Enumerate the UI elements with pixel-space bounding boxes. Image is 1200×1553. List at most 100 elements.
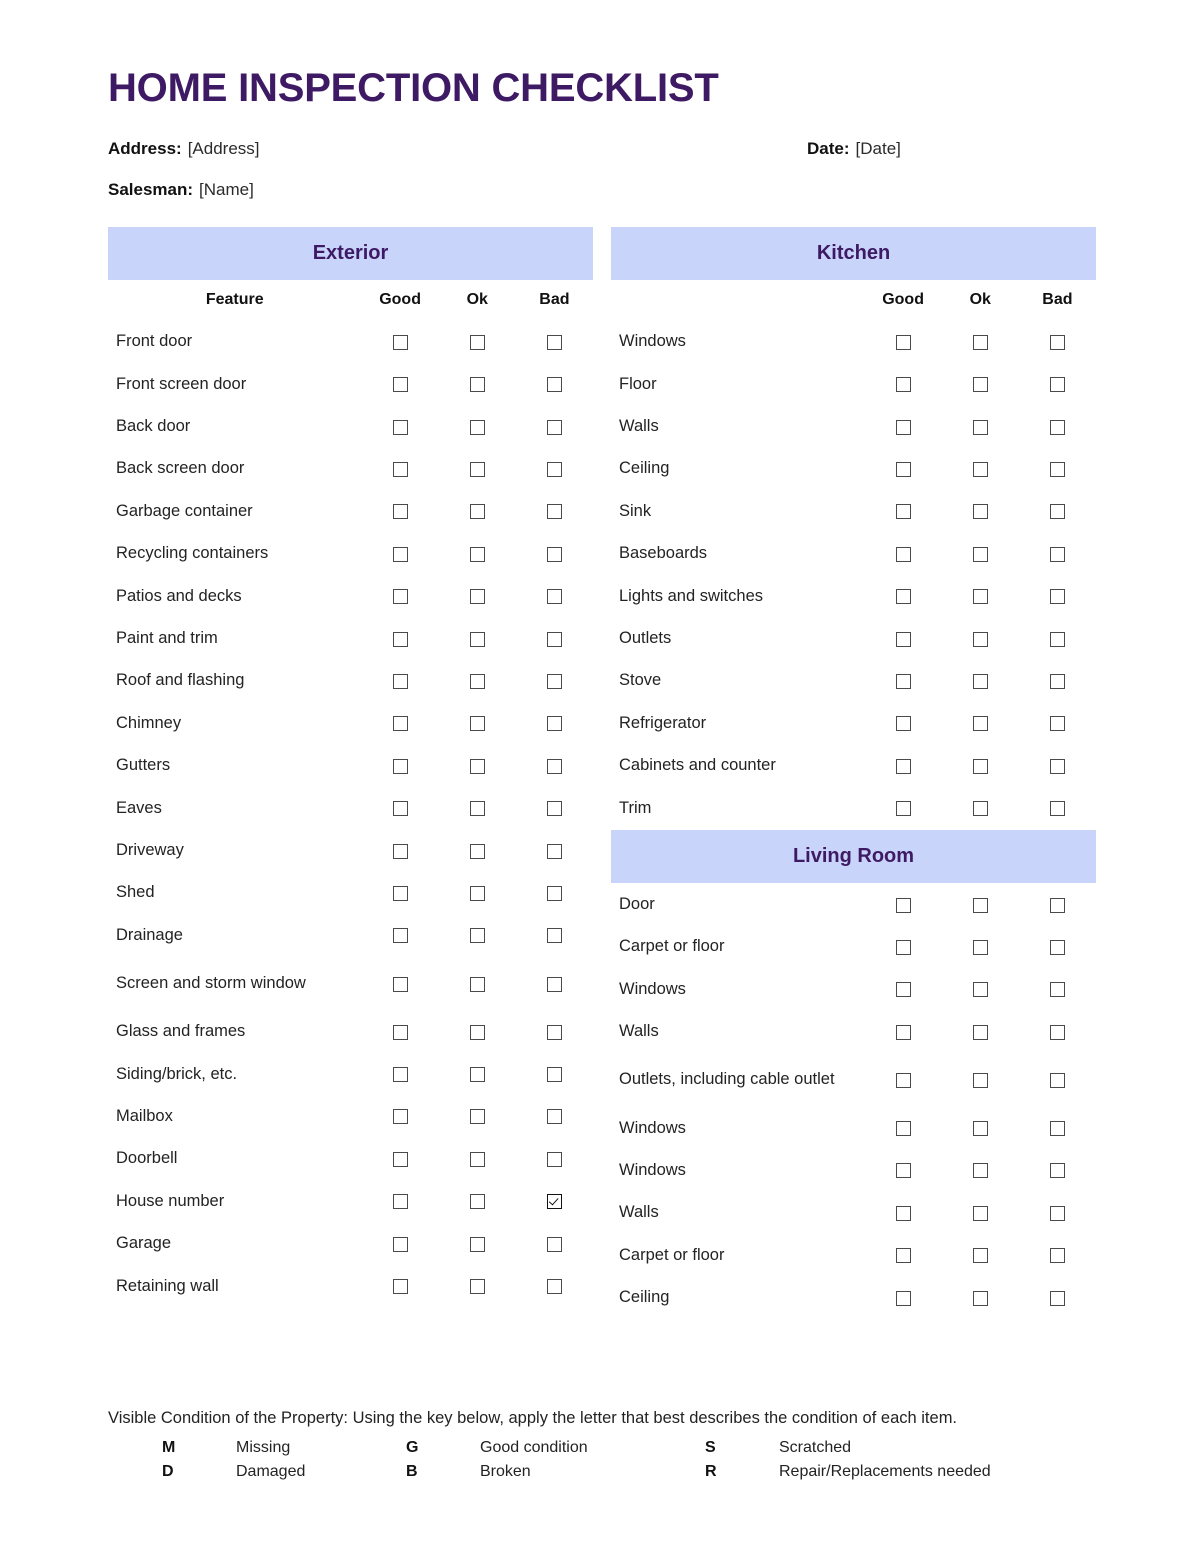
checkbox-icon[interactable] <box>972 377 988 393</box>
checkbox-checked-icon[interactable] <box>546 1194 562 1210</box>
checkbox-icon[interactable] <box>546 1236 562 1252</box>
checkbox-icon[interactable] <box>392 589 408 605</box>
checkbox-cell-ok[interactable] <box>439 406 516 448</box>
checkbox-cell-ok[interactable] <box>942 321 1019 363</box>
checkbox-icon[interactable] <box>546 758 562 774</box>
checkbox-cell-ok[interactable] <box>439 1265 516 1307</box>
checkbox-cell-good[interactable] <box>362 1265 439 1307</box>
checkbox-cell-bad[interactable] <box>516 703 593 745</box>
checkbox-cell-good[interactable] <box>865 745 942 787</box>
checkbox-cell-good[interactable] <box>865 884 942 926</box>
checkbox-cell-good[interactable] <box>865 448 942 490</box>
checkbox-cell-ok[interactable] <box>942 1277 1019 1319</box>
checkbox-icon[interactable] <box>1049 1024 1065 1040</box>
checkbox-cell-bad[interactable] <box>516 448 593 490</box>
checkbox-icon[interactable] <box>546 462 562 477</box>
checkbox-icon[interactable] <box>1049 939 1065 955</box>
checkbox-icon[interactable] <box>1049 1121 1065 1137</box>
checkbox-cell-good[interactable] <box>865 926 942 968</box>
checkbox-cell-bad[interactable] <box>1019 618 1096 660</box>
checkbox-cell-ok[interactable] <box>439 618 516 660</box>
checkbox-cell-good[interactable] <box>362 914 439 956</box>
checkbox-cell-good[interactable] <box>865 1011 942 1053</box>
checkbox-icon[interactable] <box>469 334 485 350</box>
checkbox-cell-good[interactable] <box>362 1011 439 1053</box>
checkbox-cell-bad[interactable] <box>1019 1053 1096 1107</box>
checkbox-icon[interactable] <box>895 462 911 477</box>
checkbox-cell-bad[interactable] <box>1019 533 1096 575</box>
checkbox-cell-bad[interactable] <box>516 1011 593 1053</box>
checkbox-cell-bad[interactable] <box>516 745 593 787</box>
checkbox-cell-good[interactable] <box>362 491 439 533</box>
checkbox-cell-bad[interactable] <box>516 321 593 363</box>
checkbox-icon[interactable] <box>546 976 562 992</box>
checkbox-cell-ok[interactable] <box>439 1053 516 1095</box>
checkbox-cell-good[interactable] <box>362 703 439 745</box>
checkbox-icon[interactable] <box>469 419 485 435</box>
checkbox-icon[interactable] <box>546 843 562 859</box>
checkbox-cell-ok[interactable] <box>942 491 1019 533</box>
date-value[interactable]: [Date] <box>856 139 901 159</box>
checkbox-icon[interactable] <box>1049 419 1065 435</box>
checkbox-cell-ok[interactable] <box>439 1138 516 1180</box>
checkbox-icon[interactable] <box>392 334 408 350</box>
checkbox-icon[interactable] <box>1049 631 1065 647</box>
checkbox-cell-bad[interactable] <box>1019 321 1096 363</box>
checkbox-icon[interactable] <box>469 716 485 732</box>
checkbox-cell-bad[interactable] <box>1019 745 1096 787</box>
checkbox-cell-bad[interactable] <box>516 830 593 872</box>
checkbox-icon[interactable] <box>895 377 911 393</box>
checkbox-cell-ok[interactable] <box>439 448 516 490</box>
checkbox-icon[interactable] <box>469 462 485 477</box>
checkbox-icon[interactable] <box>392 377 408 393</box>
checkbox-cell-good[interactable] <box>865 660 942 702</box>
checkbox-cell-good[interactable] <box>865 1053 942 1107</box>
checkbox-icon[interactable] <box>546 1109 562 1125</box>
checkbox-cell-ok[interactable] <box>942 1192 1019 1234</box>
checkbox-cell-bad[interactable] <box>1019 1011 1096 1053</box>
checkbox-icon[interactable] <box>972 1163 988 1179</box>
checkbox-cell-bad[interactable] <box>516 660 593 702</box>
checkbox-cell-bad[interactable] <box>516 618 593 660</box>
checkbox-icon[interactable] <box>972 673 988 689</box>
checkbox-icon[interactable] <box>469 504 485 520</box>
checkbox-cell-ok[interactable] <box>942 363 1019 405</box>
checkbox-cell-bad[interactable] <box>1019 968 1096 1010</box>
checkbox-cell-bad[interactable] <box>516 1265 593 1307</box>
checkbox-cell-ok[interactable] <box>439 703 516 745</box>
checkbox-icon[interactable] <box>972 504 988 520</box>
checkbox-icon[interactable] <box>895 939 911 955</box>
checkbox-icon[interactable] <box>469 1279 485 1295</box>
checkbox-cell-good[interactable] <box>865 1234 942 1276</box>
checkbox-cell-good[interactable] <box>362 575 439 617</box>
checkbox-icon[interactable] <box>469 843 485 859</box>
checkbox-icon[interactable] <box>392 1024 408 1040</box>
checkbox-cell-good[interactable] <box>865 321 942 363</box>
checkbox-cell-good[interactable] <box>362 321 439 363</box>
checkbox-icon[interactable] <box>392 631 408 647</box>
checkbox-icon[interactable] <box>1049 1163 1065 1179</box>
checkbox-cell-good[interactable] <box>865 491 942 533</box>
checkbox-cell-good[interactable] <box>865 968 942 1010</box>
checkbox-cell-ok[interactable] <box>942 703 1019 745</box>
checkbox-icon[interactable] <box>895 758 911 774</box>
checkbox-icon[interactable] <box>469 546 485 562</box>
checkbox-icon[interactable] <box>972 897 988 913</box>
checkbox-cell-bad[interactable] <box>1019 1277 1096 1319</box>
checkbox-icon[interactable] <box>392 419 408 435</box>
checkbox-cell-good[interactable] <box>362 406 439 448</box>
checkbox-icon[interactable] <box>469 631 485 647</box>
checkbox-cell-good[interactable] <box>362 745 439 787</box>
checkbox-cell-bad[interactable] <box>1019 1107 1096 1149</box>
checkbox-icon[interactable] <box>392 1279 408 1295</box>
checkbox-cell-ok[interactable] <box>942 968 1019 1010</box>
checkbox-cell-good[interactable] <box>865 363 942 405</box>
checkbox-icon[interactable] <box>895 1163 911 1179</box>
checkbox-icon[interactable] <box>469 1151 485 1167</box>
checkbox-icon[interactable] <box>392 462 408 477</box>
checkbox-cell-bad[interactable] <box>516 957 593 1011</box>
checkbox-icon[interactable] <box>972 716 988 732</box>
checkbox-icon[interactable] <box>895 1024 911 1040</box>
checkbox-icon[interactable] <box>895 504 911 520</box>
checkbox-icon[interactable] <box>546 1024 562 1040</box>
